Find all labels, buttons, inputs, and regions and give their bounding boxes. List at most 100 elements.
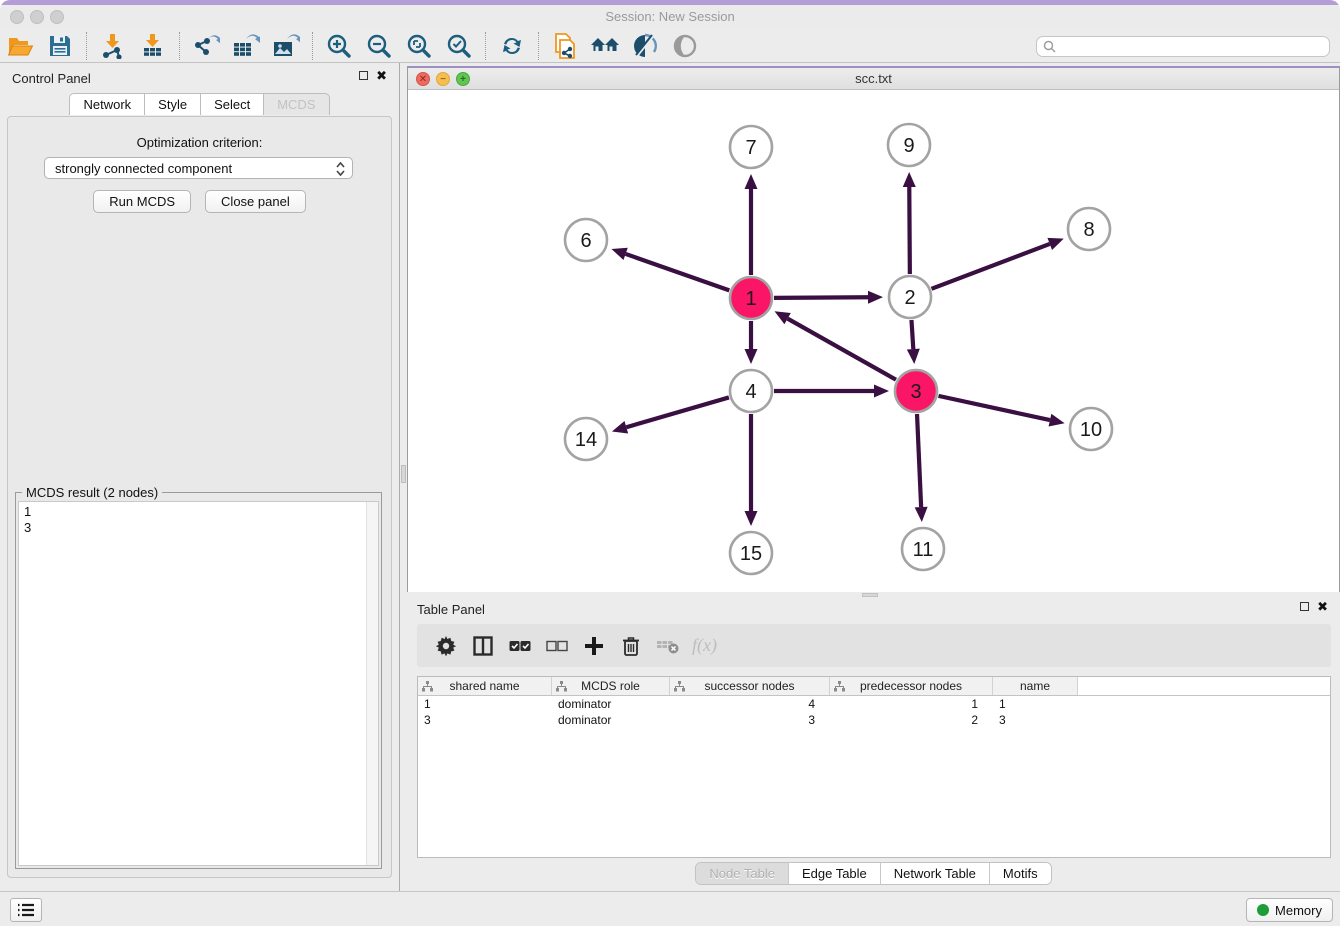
table-cell[interactable]: 3 [418, 712, 552, 728]
column-header-MCDS-role[interactable]: MCDS role [552, 677, 670, 695]
table-cell[interactable]: 3 [993, 712, 1078, 728]
table-cell[interactable]: dominator [552, 712, 670, 728]
tab-node-table[interactable]: Node Table [696, 863, 788, 884]
mcds-result-textarea[interactable]: 13 [18, 501, 379, 866]
edge-3-10[interactable] [938, 396, 1049, 420]
show-columns-icon[interactable] [464, 629, 501, 663]
column-header-successor-nodes[interactable]: successor nodes [670, 677, 830, 695]
table-panel: Table Panel ✖ [407, 597, 1340, 891]
tab-style[interactable]: Style [145, 93, 201, 115]
save-session-icon[interactable] [40, 31, 80, 61]
node-table[interactable]: shared nameMCDS rolesuccessor nodesprede… [417, 676, 1331, 858]
select-all-columns-icon[interactable] [501, 629, 538, 663]
memory-status-icon [1257, 904, 1269, 916]
close-panel-button[interactable]: Close panel [205, 190, 306, 213]
table-cell[interactable]: 1 [830, 696, 993, 712]
table-cell[interactable]: 1 [993, 696, 1078, 712]
column-header-name[interactable]: name [993, 677, 1078, 695]
mcds-result-title: MCDS result (2 nodes) [22, 485, 162, 500]
column-header-predecessor-nodes[interactable]: predecessor nodes [830, 677, 993, 695]
edge-arrowhead [907, 349, 920, 364]
tab-mcds[interactable]: MCDS [264, 93, 329, 115]
table-cell[interactable]: 3 [670, 712, 830, 728]
import-network-icon[interactable] [93, 31, 133, 61]
network-canvas[interactable]: 7968124314101511 [408, 90, 1339, 592]
birds-eye-view-icon[interactable] [665, 31, 705, 61]
network-home-icon[interactable] [585, 31, 625, 61]
node-label: 6 [580, 230, 591, 252]
open-file-icon[interactable] [0, 31, 40, 61]
table-header-row: shared nameMCDS rolesuccessor nodesprede… [418, 677, 1330, 696]
optimization-criterion-label: Optimization criterion: [8, 135, 391, 150]
application-window: Session: New Session [0, 0, 1340, 926]
delete-table-icon[interactable] [649, 629, 686, 663]
edge-4-14[interactable] [626, 397, 729, 427]
column-header-shared-name[interactable]: shared name [418, 677, 552, 695]
optimization-criterion-select[interactable]: strongly connected component [44, 157, 353, 179]
zoom-selected-icon[interactable] [439, 31, 479, 61]
result-scrollbar[interactable] [366, 502, 378, 865]
toolbar-separator [538, 32, 539, 60]
network-window-titlebar[interactable]: ✕ − + scc.txt [408, 68, 1339, 90]
edge-2-3[interactable] [911, 320, 913, 349]
node-label: 10 [1080, 419, 1102, 441]
edge-3-11[interactable] [917, 414, 921, 507]
run-mcds-button[interactable]: Run MCDS [93, 190, 191, 213]
clone-network-icon[interactable] [545, 31, 585, 61]
tab-edge-table[interactable]: Edge Table [788, 863, 880, 884]
node-label: 3 [910, 381, 921, 403]
close-panel-icon[interactable]: ✖ [1317, 602, 1328, 611]
edge-3-1[interactable] [788, 319, 896, 380]
table-cell[interactable]: 2 [830, 712, 993, 728]
table-settings-icon[interactable] [427, 629, 464, 663]
edge-arrowhead [745, 349, 758, 364]
table-row[interactable]: 1dominator411 [418, 696, 1330, 712]
tab-select[interactable]: Select [201, 93, 264, 115]
export-network-icon[interactable] [186, 31, 226, 61]
zoom-out-icon[interactable] [359, 31, 399, 61]
table-body: 1dominator4113dominator323 [418, 696, 1330, 728]
table-row[interactable]: 3dominator323 [418, 712, 1330, 728]
import-table-icon[interactable] [133, 31, 173, 61]
float-panel-icon[interactable] [359, 71, 368, 80]
memory-button[interactable]: Memory [1246, 898, 1333, 922]
splitter-grip[interactable] [401, 465, 406, 483]
table-cell[interactable]: dominator [552, 696, 670, 712]
list-icon [17, 903, 35, 917]
zoom-in-icon[interactable] [319, 31, 359, 61]
control-panel: Control Panel ✖ Network Style Select MCD… [0, 63, 400, 891]
edge-2-9[interactable] [909, 187, 910, 274]
tab-motifs[interactable]: Motifs [989, 863, 1051, 884]
edge-1-2[interactable] [774, 297, 868, 298]
add-column-icon[interactable] [575, 629, 612, 663]
delete-columns-icon[interactable] [612, 629, 649, 663]
refresh-layout-icon[interactable] [492, 31, 532, 61]
edge-arrowhead [745, 511, 758, 526]
column-type-icon [674, 681, 685, 692]
graphics-details-icon[interactable] [625, 31, 665, 61]
unselect-all-columns-icon[interactable] [538, 629, 575, 663]
table-cell[interactable]: 1 [418, 696, 552, 712]
vertical-splitter[interactable] [400, 63, 407, 891]
task-history-button[interactable] [10, 898, 42, 922]
search-input[interactable] [1036, 36, 1330, 57]
window-titlebar: Session: New Session [0, 5, 1340, 30]
edge-1-6[interactable] [626, 254, 730, 290]
tab-network[interactable]: Network [69, 93, 145, 115]
column-type-icon [422, 681, 433, 692]
mcds-result-group: MCDS result (2 nodes) 13 [15, 492, 382, 869]
main-toolbar [0, 30, 1340, 63]
table-tabs: Node Table Edge Table Network Table Moti… [407, 862, 1340, 885]
edge-2-8[interactable] [932, 244, 1050, 289]
tab-network-table[interactable]: Network Table [880, 863, 989, 884]
optimization-criterion-value: strongly connected component [55, 161, 232, 176]
mcds-result-line: 3 [24, 520, 373, 536]
toolbar-separator [485, 32, 486, 60]
zoom-fit-icon[interactable] [399, 31, 439, 61]
export-table-icon[interactable] [226, 31, 266, 61]
apply-function-icon[interactable]: f(x) [686, 629, 723, 663]
float-panel-icon[interactable] [1300, 602, 1309, 611]
close-panel-icon[interactable]: ✖ [376, 71, 387, 80]
table-cell[interactable]: 4 [670, 696, 830, 712]
export-image-icon[interactable] [266, 31, 306, 61]
